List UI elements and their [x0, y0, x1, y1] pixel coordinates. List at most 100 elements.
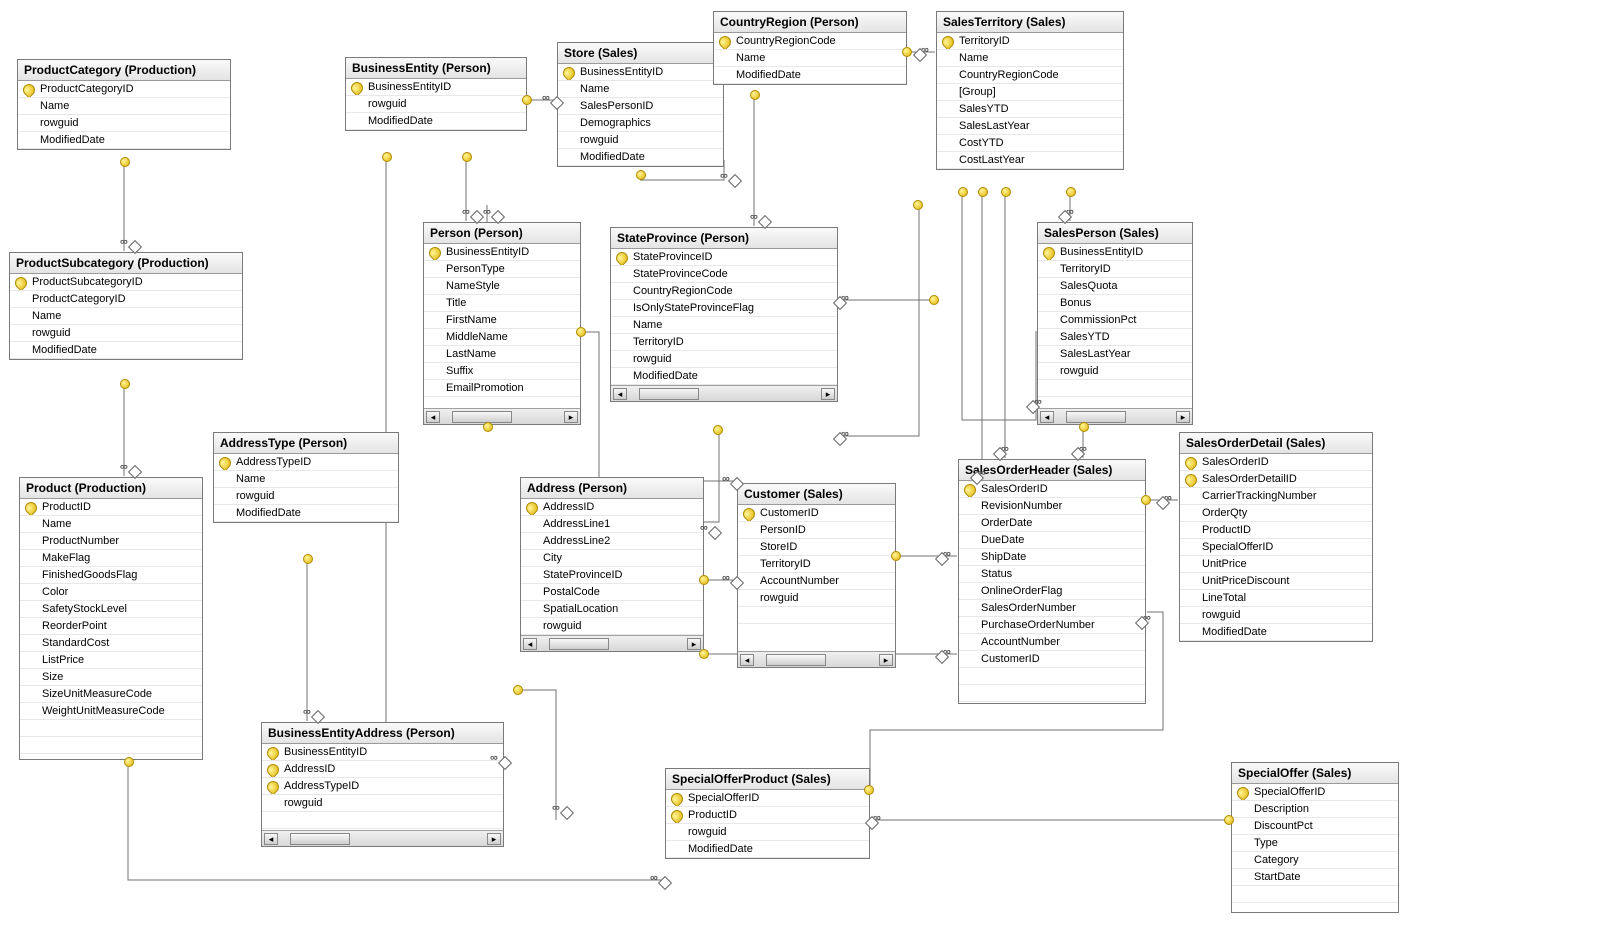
column-row[interactable]: ProductCategoryID	[18, 81, 230, 98]
column-row[interactable]: AddressID	[262, 761, 503, 778]
table-title[interactable]: Address (Person)	[521, 478, 703, 499]
table-title[interactable]: Customer (Sales)	[738, 484, 895, 505]
column-row[interactable]: Name	[214, 471, 398, 488]
table-BusinessEntity[interactable]: BusinessEntity (Person)BusinessEntityIDr…	[345, 57, 527, 131]
column-row[interactable]: AccountNumber	[738, 573, 895, 590]
column-row[interactable]: rowguid	[521, 618, 703, 635]
column-row[interactable]	[1038, 397, 1192, 408]
scroll-track[interactable]	[1056, 411, 1174, 423]
table-title[interactable]: SalesOrderDetail (Sales)	[1180, 433, 1372, 454]
column-row[interactable]	[738, 607, 895, 624]
column-row[interactable]: Suffix	[424, 363, 580, 380]
column-row[interactable]: Status	[959, 566, 1145, 583]
table-ProductCategory[interactable]: ProductCategory (Production)ProductCateg…	[17, 59, 231, 150]
column-row[interactable]: SpecialOfferID	[1232, 784, 1398, 801]
column-row[interactable]: SpecialOfferID	[1180, 539, 1372, 556]
scroll-thumb[interactable]	[639, 388, 699, 400]
table-title[interactable]: BusinessEntityAddress (Person)	[262, 723, 503, 744]
column-row[interactable]: LastName	[424, 346, 580, 363]
column-row[interactable]: ModifiedDate	[18, 132, 230, 149]
column-row[interactable]: CostYTD	[937, 135, 1123, 152]
column-row[interactable]	[424, 397, 580, 408]
column-row[interactable]: BusinessEntityID	[558, 64, 723, 81]
column-row[interactable]: StateProvinceID	[521, 567, 703, 584]
scroll-thumb[interactable]	[549, 638, 609, 650]
table-SalesPerson[interactable]: SalesPerson (Sales)BusinessEntityIDTerri…	[1037, 222, 1193, 425]
column-row[interactable]	[1232, 903, 1398, 912]
scroll-right-icon[interactable]: ▸	[1176, 411, 1190, 423]
scroll-track[interactable]	[756, 654, 877, 666]
horizontal-scrollbar[interactable]: ◂▸	[262, 830, 503, 846]
column-row[interactable]: ProductID	[20, 499, 202, 516]
column-row[interactable]: SalesOrderID	[1180, 454, 1372, 471]
table-title[interactable]: CountryRegion (Person)	[714, 12, 906, 33]
column-row[interactable]: AccountNumber	[959, 634, 1145, 651]
column-row[interactable]: Color	[20, 584, 202, 601]
column-row[interactable]: ModifiedDate	[346, 113, 526, 130]
column-row[interactable]: rowguid	[1038, 363, 1192, 380]
scroll-thumb[interactable]	[1066, 411, 1126, 423]
table-title[interactable]: StateProvince (Person)	[611, 228, 837, 249]
column-row[interactable]: AddressID	[521, 499, 703, 516]
table-title[interactable]: AddressType (Person)	[214, 433, 398, 454]
column-row[interactable]: SalesOrderDetailID	[1180, 471, 1372, 488]
column-row[interactable]: Description	[1232, 801, 1398, 818]
column-row[interactable]: RevisionNumber	[959, 498, 1145, 515]
scroll-thumb[interactable]	[766, 654, 826, 666]
table-Product[interactable]: Product (Production)ProductIDNameProduct…	[19, 477, 203, 760]
column-row[interactable]: BusinessEntityID	[346, 79, 526, 96]
column-row[interactable]: TerritoryID	[937, 33, 1123, 50]
column-row[interactable]: BusinessEntityID	[424, 244, 580, 261]
horizontal-scrollbar[interactable]: ◂▸	[1038, 408, 1192, 424]
column-row[interactable]: rowguid	[10, 325, 242, 342]
column-row[interactable]: DueDate	[959, 532, 1145, 549]
column-row[interactable]	[1038, 380, 1192, 397]
column-row[interactable]: rowguid	[214, 488, 398, 505]
column-row[interactable]: Name	[714, 50, 906, 67]
horizontal-scrollbar[interactable]: ◂▸	[521, 635, 703, 651]
column-row[interactable]: Name	[611, 317, 837, 334]
scroll-left-icon[interactable]: ◂	[426, 411, 440, 423]
scroll-right-icon[interactable]: ▸	[564, 411, 578, 423]
column-row[interactable]: ProductSubcategoryID	[10, 274, 242, 291]
column-row[interactable]: CountryRegionCode	[937, 67, 1123, 84]
column-row[interactable]: Bonus	[1038, 295, 1192, 312]
column-row[interactable]: ModifiedDate	[558, 149, 723, 166]
scroll-track[interactable]	[442, 411, 562, 423]
table-SalesOrderDetail[interactable]: SalesOrderDetail (Sales)SalesOrderIDSale…	[1179, 432, 1373, 642]
column-row[interactable]: CostLastYear	[937, 152, 1123, 169]
column-row[interactable]: SalesOrderID	[959, 481, 1145, 498]
scroll-track[interactable]	[280, 833, 485, 845]
column-row[interactable]: CarrierTrackingNumber	[1180, 488, 1372, 505]
table-title[interactable]: SalesTerritory (Sales)	[937, 12, 1123, 33]
scroll-right-icon[interactable]: ▸	[879, 654, 893, 666]
column-row[interactable]: NameStyle	[424, 278, 580, 295]
column-row[interactable]: StateProvinceCode	[611, 266, 837, 283]
column-row[interactable]: [Group]	[937, 84, 1123, 101]
table-Customer[interactable]: Customer (Sales)CustomerIDPersonIDStoreI…	[737, 483, 896, 668]
table-ProductSubcategory[interactable]: ProductSubcategory (Production)ProductSu…	[9, 252, 243, 360]
column-row[interactable]	[1232, 886, 1398, 903]
column-row[interactable]: rowguid	[18, 115, 230, 132]
column-row[interactable]: StandardCost	[20, 635, 202, 652]
column-row[interactable]: ProductNumber	[20, 533, 202, 550]
column-row[interactable]: StartDate	[1232, 869, 1398, 886]
table-Store[interactable]: Store (Sales)BusinessEntityIDNameSalesPe…	[557, 42, 724, 167]
column-row[interactable]: rowguid	[262, 795, 503, 812]
column-row[interactable]: Name	[20, 516, 202, 533]
column-row[interactable]: StoreID	[738, 539, 895, 556]
column-row[interactable]: Category	[1232, 852, 1398, 869]
scroll-left-icon[interactable]: ◂	[523, 638, 537, 650]
table-title[interactable]: Store (Sales)	[558, 43, 723, 64]
column-row[interactable]: UnitPriceDiscount	[1180, 573, 1372, 590]
table-title[interactable]: BusinessEntity (Person)	[346, 58, 526, 79]
column-row[interactable]: LineTotal	[1180, 590, 1372, 607]
table-title[interactable]: SalesPerson (Sales)	[1038, 223, 1192, 244]
scroll-track[interactable]	[629, 388, 819, 400]
column-row[interactable]: Type	[1232, 835, 1398, 852]
horizontal-scrollbar[interactable]: ◂▸	[738, 651, 895, 667]
column-row[interactable]: ReorderPoint	[20, 618, 202, 635]
column-row[interactable]: rowguid	[346, 96, 526, 113]
table-StateProvince[interactable]: StateProvince (Person)StateProvinceIDSta…	[610, 227, 838, 402]
table-title[interactable]: Person (Person)	[424, 223, 580, 244]
